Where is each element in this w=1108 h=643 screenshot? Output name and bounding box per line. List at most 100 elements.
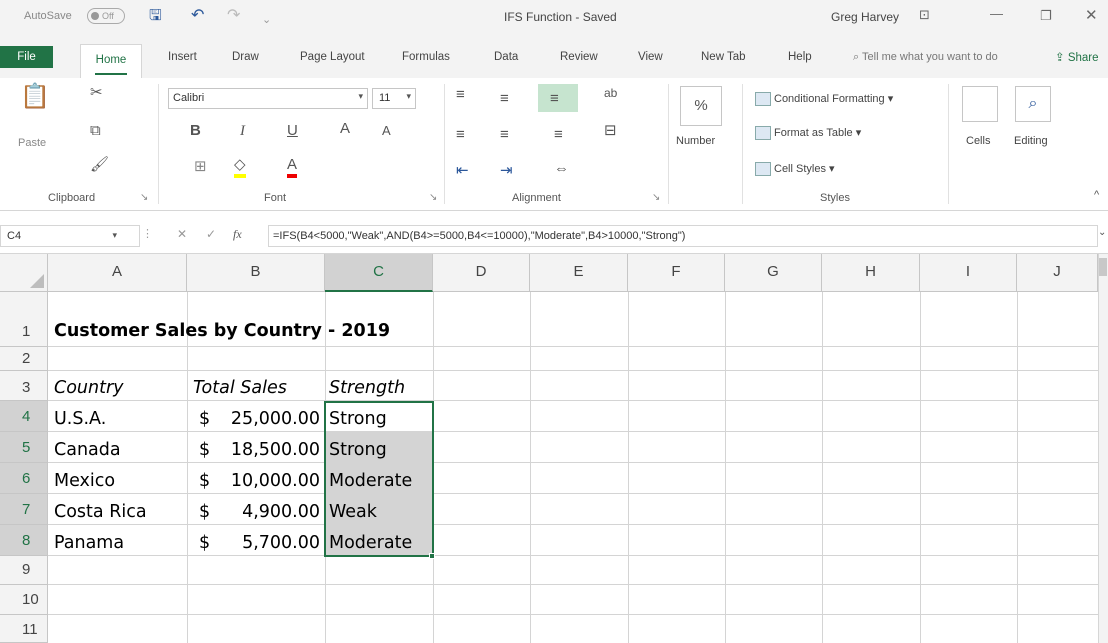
number-label[interactable]: Number <box>676 134 715 148</box>
header-strength[interactable]: Strength <box>329 378 405 398</box>
number-format-icon[interactable]: % <box>680 86 722 126</box>
tab-help[interactable]: Help <box>788 51 812 63</box>
worksheet-grid[interactable]: A B C D E F G H I J 1 2 3 4 5 6 7 8 9 10… <box>0 254 1108 643</box>
row-header-10[interactable]: 10 <box>0 585 48 615</box>
cell-sales[interactable]: 4,900.00 <box>216 502 320 522</box>
format-as-table-button[interactable]: Format as Table ▾ <box>755 126 861 141</box>
column-header-b[interactable]: B <box>187 254 325 292</box>
underline-icon[interactable]: U <box>287 122 298 140</box>
increase-indent-icon[interactable]: ⇥ <box>500 162 513 180</box>
copy-icon[interactable]: ⧉ <box>90 122 101 140</box>
undo-icon[interactable]: ↶ <box>191 6 204 26</box>
row-header-11[interactable]: 11 <box>0 615 48 643</box>
autosave-toggle[interactable]: Off <box>87 8 125 24</box>
row-header-1[interactable]: 1 <box>0 292 48 347</box>
row-header-5[interactable]: 5 <box>0 432 48 463</box>
middle-align-icon[interactable]: ≡ <box>500 90 509 108</box>
name-box[interactable]: C4 ▾ <box>0 225 140 247</box>
cell-country[interactable]: Panama <box>54 533 124 553</box>
tab-draw[interactable]: Draw <box>232 51 259 63</box>
share-button[interactable]: ⇪ Share <box>1055 50 1099 64</box>
tab-view[interactable]: View <box>638 51 663 63</box>
column-header-j[interactable]: J <box>1017 254 1098 292</box>
tab-page-layout[interactable]: Page Layout <box>300 51 365 63</box>
sheet-title[interactable]: Customer Sales by Country - 2019 <box>54 321 390 341</box>
tab-file[interactable]: File <box>0 46 53 68</box>
decrease-font-icon[interactable]: A <box>382 122 391 140</box>
fill-handle[interactable] <box>429 553 435 559</box>
restore-icon[interactable]: ❐ <box>1040 8 1052 24</box>
tell-me-search[interactable]: ⌕ Tell me what you want to do <box>853 51 998 64</box>
top-align-icon[interactable]: ≡ <box>456 86 465 104</box>
cells-label[interactable]: Cells <box>966 134 990 148</box>
column-header-e[interactable]: E <box>530 254 628 292</box>
tab-data[interactable]: Data <box>494 51 518 63</box>
cell-sales[interactable]: 25,000.00 <box>216 409 320 429</box>
cancel-icon[interactable]: ✕ <box>177 227 187 241</box>
align-right-icon[interactable]: ≡ <box>554 126 563 144</box>
search-icon[interactable]: ⌕ <box>1015 86 1051 122</box>
font-color-icon[interactable]: A <box>287 156 298 178</box>
italic-icon[interactable]: I <box>240 122 245 140</box>
cell-sales[interactable]: 10,000.00 <box>216 471 320 491</box>
font-name-select[interactable]: Calibri ▾ <box>168 88 368 109</box>
vertical-scrollbar[interactable] <box>1098 254 1108 643</box>
customize-quick-access-icon[interactable]: ⌄ <box>262 10 271 30</box>
format-painter-icon[interactable]: 🖌 <box>90 156 109 174</box>
increase-font-icon[interactable]: A <box>340 120 350 138</box>
row-header-9[interactable]: 9 <box>0 556 48 585</box>
select-all-button[interactable] <box>0 254 48 292</box>
header-total-sales[interactable]: Total Sales <box>193 378 287 398</box>
scrollbar-thumb[interactable] <box>1099 258 1107 276</box>
row-header-4[interactable]: 4 <box>0 401 48 432</box>
column-header-a[interactable]: A <box>48 254 187 292</box>
cell-country[interactable]: Canada <box>54 440 121 460</box>
tab-home[interactable]: Home <box>80 44 142 78</box>
decrease-indent-icon[interactable]: ⇤ <box>456 162 469 180</box>
editing-label[interactable]: Editing <box>1014 134 1048 148</box>
cell-country[interactable]: Mexico <box>54 471 115 491</box>
row-header-8[interactable]: 8 <box>0 525 48 556</box>
alignment-launcher-icon[interactable]: ↘ <box>652 192 660 203</box>
column-header-h[interactable]: H <box>822 254 920 292</box>
user-name[interactable]: Greg Harvey <box>831 10 899 24</box>
cell-sales[interactable]: 18,500.00 <box>216 440 320 460</box>
column-header-f[interactable]: F <box>628 254 725 292</box>
font-launcher-icon[interactable]: ↘ <box>429 192 437 203</box>
borders-icon[interactable]: ⊞ <box>194 158 207 176</box>
paste-icon[interactable]: 📋 <box>20 85 50 109</box>
align-left-icon[interactable]: ≡ <box>456 126 465 144</box>
cell-country[interactable]: Costa Rica <box>54 502 147 522</box>
formula-input[interactable]: =IFS(B4<5000,"Weak",AND(B4>=5000,B4<=100… <box>268 225 1098 247</box>
redo-icon[interactable]: ↷ <box>227 6 240 26</box>
merge-center-icon[interactable]: ⇔ <box>554 160 569 178</box>
font-size-select[interactable]: 11 ▾ <box>372 88 416 109</box>
column-header-i[interactable]: I <box>920 254 1017 292</box>
paste-label[interactable]: Paste <box>18 136 46 150</box>
column-header-d[interactable]: D <box>433 254 530 292</box>
tab-review[interactable]: Review <box>560 51 598 63</box>
column-header-g[interactable]: G <box>725 254 822 292</box>
save-icon[interactable]: 🖫 <box>149 6 162 26</box>
orientation-icon[interactable]: ab <box>604 84 617 102</box>
fill-color-icon[interactable]: ◇ <box>234 156 246 178</box>
tab-new-tab[interactable]: New Tab <box>701 51 746 63</box>
insert-function-icon[interactable]: fx <box>233 227 242 242</box>
row-header-7[interactable]: 7 <box>0 494 48 525</box>
row-header-6[interactable]: 6 <box>0 463 48 494</box>
cell-country[interactable]: U.S.A. <box>54 409 106 429</box>
close-icon[interactable]: ✕ <box>1085 6 1098 24</box>
bold-icon[interactable]: B <box>190 122 201 140</box>
align-center-icon[interactable]: ≡ <box>500 126 509 144</box>
tab-formulas[interactable]: Formulas <box>402 51 450 63</box>
cells-icon[interactable] <box>962 86 998 122</box>
cell-styles-button[interactable]: Cell Styles ▾ <box>755 162 835 177</box>
enter-icon[interactable]: ✓ <box>206 227 216 241</box>
collapse-ribbon-icon[interactable]: ^ <box>1094 186 1099 204</box>
minimize-icon[interactable]: — <box>990 6 1003 21</box>
conditional-formatting-button[interactable]: Conditional Formatting ▾ <box>755 92 893 107</box>
column-header-c[interactable]: C <box>325 254 433 292</box>
expand-formula-icon[interactable]: ⌄ <box>1098 227 1106 238</box>
row-header-2[interactable]: 2 <box>0 347 48 371</box>
cell-sales[interactable]: 5,700.00 <box>216 533 320 553</box>
